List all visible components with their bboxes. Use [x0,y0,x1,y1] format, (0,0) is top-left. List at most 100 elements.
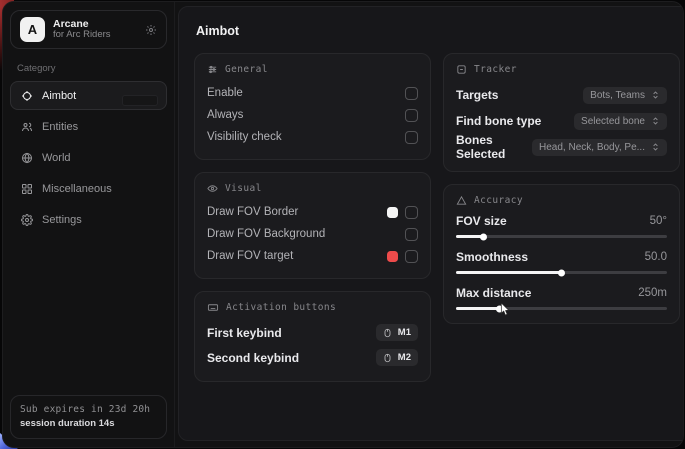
enable-checkbox[interactable] [405,87,418,100]
sidebar-item-entities[interactable]: Entities [10,112,167,141]
accuracy-card: Accuracy FOV size 50° [443,184,680,324]
card-title: Accuracy [474,195,523,206]
dropdown-value: Selected bone [581,116,645,127]
max-distance-slider[interactable] [456,307,667,310]
grid-icon [21,183,33,195]
slider-header: Smoothness 50.0 [456,249,667,265]
setting-label: Draw FOV Background [207,228,325,240]
content-columns: General Enable Always Visibility check [194,53,680,382]
fov-background-checkbox[interactable] [405,228,418,241]
sidebar: A Arcane for Arc Riders Category Aimbot [3,2,175,447]
setting-label: Always [207,109,243,121]
brand-card: A Arcane for Arc Riders [10,10,167,49]
main-panel: Aimbot General [178,6,684,441]
fov-size-slider[interactable] [456,235,667,238]
slider-thumb[interactable] [496,305,503,312]
sidebar-item-label: World [42,152,71,164]
fov-target-color-swatch[interactable] [387,251,398,262]
sidebar-item-label: Entities [42,121,78,133]
sidebar-item-settings[interactable]: Settings [10,205,167,234]
category-label: Category [17,63,160,74]
visual-card-header: Visual [207,183,418,194]
setting-controls [387,250,418,263]
fov-border-color-swatch[interactable] [387,207,398,218]
sidebar-item-label: Settings [42,214,82,226]
targets-dropdown[interactable]: Bots, Teams [583,87,667,104]
max-distance-group: Max distance 250m [456,285,667,310]
main-wrapper: Aimbot General [175,2,684,447]
keybind-label: First keybind [207,326,282,340]
keybind-label: Second keybind [207,351,299,365]
general-card-header: General [207,64,418,75]
chevron-up-down-icon [651,142,660,152]
app-window: A Arcane for Arc Riders Category Aimbot [2,1,684,448]
setting-row: Enable [207,82,418,104]
slider-label: Smoothness [456,250,528,264]
focus-icon [456,64,467,75]
tracker-label: Targets [456,88,498,102]
globe-icon [21,152,33,164]
mouse-icon [382,328,393,338]
tracker-card-header: Tracker [456,64,667,75]
setting-row: Always [207,104,418,126]
bones-selected-dropdown[interactable]: Head, Neck, Body, Pe... [532,139,667,156]
find-bone-type-dropdown[interactable]: Selected bone [574,113,667,130]
dropdown-value: Head, Neck, Body, Pe... [539,142,645,153]
eye-icon [207,183,218,194]
smoothness-slider[interactable] [456,271,667,274]
setting-row: Visibility check [207,126,418,148]
keybind-value: M2 [398,352,411,363]
session-duration-text: session duration 14s [20,418,157,429]
chevron-up-down-icon [651,90,660,100]
always-checkbox[interactable] [405,109,418,122]
subscription-card: Sub expires in 23d 20h session duration … [10,395,167,439]
setting-label: Enable [207,87,243,99]
sidebar-item-miscellaneous[interactable]: Miscellaneous [10,174,167,203]
slider-value: 50° [650,215,667,227]
setting-label: Draw FOV Border [207,206,298,218]
slider-thumb[interactable] [480,233,487,240]
keyboard-icon [207,302,219,313]
crosshair-icon [21,90,33,102]
tracker-row: Find bone type Selected bone [456,108,667,134]
brand-text: Arcane for Arc Riders [53,18,111,41]
fov-target-checkbox[interactable] [405,250,418,263]
card-title: Tracker [474,64,517,75]
sub-expiry-text: Sub expires in 23d 20h [20,404,157,415]
slider-header: FOV size 50° [456,213,667,229]
second-keybind-button[interactable]: M2 [376,349,418,366]
slider-label: Max distance [456,286,531,300]
left-column: General Enable Always Visibility check [194,53,431,382]
mouse-icon [382,353,393,363]
fov-border-checkbox[interactable] [405,206,418,219]
sidebar-item-world[interactable]: World [10,143,167,172]
tracker-label: Find bone type [456,114,541,128]
keybind-value: M1 [398,327,411,338]
setting-row: Draw FOV target [207,245,418,267]
settings-gear-icon [21,214,33,226]
visibility-check-checkbox[interactable] [405,131,418,144]
sidebar-item-aimbot[interactable]: Aimbot [10,81,167,110]
slider-fill [456,235,484,238]
card-title: Activation buttons [226,302,336,313]
gear-icon[interactable] [145,24,157,36]
slider-thumb[interactable] [558,269,565,276]
card-title: Visual [225,183,262,194]
setting-row: Draw FOV Border [207,201,418,223]
visual-card: Visual Draw FOV Border Draw FOV Backgrou… [194,172,431,279]
tracker-row: Bones Selected Head, Neck, Body, Pe... [456,134,667,160]
slider-fill [456,307,500,310]
accuracy-card-header: Accuracy [456,195,667,206]
brand-subtitle: for Arc Riders [53,30,111,41]
tracker-label: Bones Selected [456,133,532,161]
triangle-icon [456,195,467,206]
entities-icon [21,121,33,133]
sidebar-item-label: Miscellaneous [42,183,112,195]
sliders-icon [207,64,218,75]
sidebar-spacer [10,236,167,395]
tracker-card: Tracker Targets Bots, Teams [443,53,680,172]
sidebar-item-label: Aimbot [42,90,76,102]
slider-header: Max distance 250m [456,285,667,301]
activation-card-header: Activation buttons [207,302,418,313]
first-keybind-button[interactable]: M1 [376,324,418,341]
